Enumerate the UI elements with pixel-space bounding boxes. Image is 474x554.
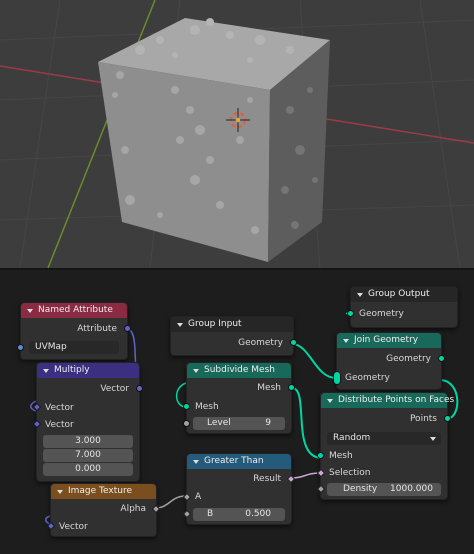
collapse-chevron-icon[interactable] (57, 489, 63, 494)
join-geometry-node[interactable]: Join Geometry Geometry Geometry (333, 332, 445, 390)
level-field[interactable]: Level 9 (193, 417, 285, 430)
result-output-label: Result (253, 474, 281, 484)
3d-viewport[interactable] (0, 0, 474, 268)
a-input-label: A (195, 492, 202, 502)
attribute-name-field[interactable]: UVMap (29, 341, 119, 354)
vector-input-label: Vector (59, 522, 88, 532)
geometry-output-socket[interactable] (438, 355, 445, 362)
multiply-header[interactable]: Multiply (37, 363, 139, 378)
attribute-output-label: Attribute (77, 324, 117, 334)
mesh-input-label: Mesh (195, 402, 219, 412)
link-alpha-a (154, 495, 187, 509)
link-subdivide-distribute (291, 387, 323, 459)
geometry-multi-input-socket[interactable] (333, 371, 341, 385)
textured-cube[interactable] (98, 18, 330, 262)
collapse-chevron-icon[interactable] (43, 368, 49, 373)
link-result-selection (291, 472, 321, 479)
vector-x-field[interactable]: 3.000 (43, 435, 133, 448)
vector-output-label: Vector (100, 384, 129, 394)
viewport-scene (0, 0, 474, 268)
mesh-output-label: Mesh (257, 383, 281, 393)
vector-y-field[interactable]: 7.000 (43, 449, 133, 462)
mesh-input-socket[interactable] (317, 452, 324, 459)
collapse-chevron-icon[interactable] (193, 368, 199, 373)
geometry-output-label: Geometry (386, 354, 431, 364)
geometry-node-editor[interactable]: Named Attribute Attribute UVMap Multiply… (0, 270, 474, 554)
points-output-label: Points (409, 414, 437, 424)
collapse-chevron-icon[interactable] (177, 322, 183, 327)
name-input-socket[interactable] (17, 344, 24, 351)
level-input-socket[interactable] (183, 420, 190, 427)
distribution-mode-dropdown[interactable]: Random (327, 432, 441, 445)
mesh-input-label: Mesh (329, 451, 353, 461)
vector-input-label: Vector (45, 403, 74, 413)
named-attribute-header[interactable]: Named Attribute (21, 303, 127, 318)
mesh-input-socket[interactable] (183, 403, 190, 410)
geometry-input-socket[interactable] (347, 310, 354, 317)
multiply-node[interactable]: Multiply Vector Vector Vector 3.000 7.00… (32, 362, 143, 482)
dropdown-chevron-icon[interactable] (430, 437, 436, 441)
density-field[interactable]: Density 1000.000 (327, 483, 441, 496)
subdivide-mesh-header[interactable]: Subdivide Mesh (187, 363, 291, 378)
named-attribute-node[interactable]: Named Attribute Attribute UVMap (17, 302, 131, 360)
collapse-chevron-icon[interactable] (27, 308, 33, 313)
subdivide-mesh-node[interactable]: Subdivide Mesh Mesh Mesh Level 9 (183, 362, 295, 434)
group-input-node[interactable]: Group Input Geometry (170, 316, 297, 356)
collapse-chevron-icon[interactable] (343, 338, 349, 343)
geometry-output-socket[interactable] (290, 339, 297, 346)
collapse-chevron-icon[interactable] (193, 459, 199, 464)
greater-than-header[interactable]: Greater Than (187, 454, 291, 469)
vector-output-socket[interactable] (136, 385, 143, 392)
image-texture-node[interactable]: Image Texture Alpha Vector (46, 483, 161, 537)
collapse-chevron-icon[interactable] (357, 292, 363, 297)
attribute-output-socket[interactable] (124, 325, 131, 332)
alpha-output-label: Alpha (120, 504, 146, 514)
image-texture-header[interactable]: Image Texture (51, 484, 156, 499)
group-input-header[interactable]: Group Input (171, 317, 293, 332)
distribute-points-header[interactable]: Distribute Points on Faces (321, 393, 454, 408)
vector-z-field[interactable]: 0.000 (43, 463, 133, 476)
mesh-output-socket[interactable] (288, 384, 295, 391)
link-group-input-join (291, 343, 337, 379)
geometry-input-label: Geometry (345, 373, 390, 383)
greater-than-node[interactable]: Greater Than Result A B 0.500 (182, 453, 296, 525)
join-geometry-header[interactable]: Join Geometry (337, 333, 441, 348)
collapse-chevron-icon[interactable] (327, 398, 333, 403)
group-output-node[interactable]: Group Output Geometry (347, 286, 458, 328)
vector-input-label-2: Vector (45, 420, 74, 430)
points-output-socket[interactable] (444, 415, 451, 422)
group-output-header[interactable]: Group Output (351, 287, 457, 302)
geometry-input-label: Geometry (359, 309, 404, 319)
selection-input-label: Selection (329, 468, 371, 478)
distribute-points-node[interactable]: Distribute Points on Faces Points Random… (316, 392, 454, 500)
b-value-field[interactable]: B 0.500 (193, 508, 285, 521)
geometry-output-label: Geometry (238, 338, 283, 348)
